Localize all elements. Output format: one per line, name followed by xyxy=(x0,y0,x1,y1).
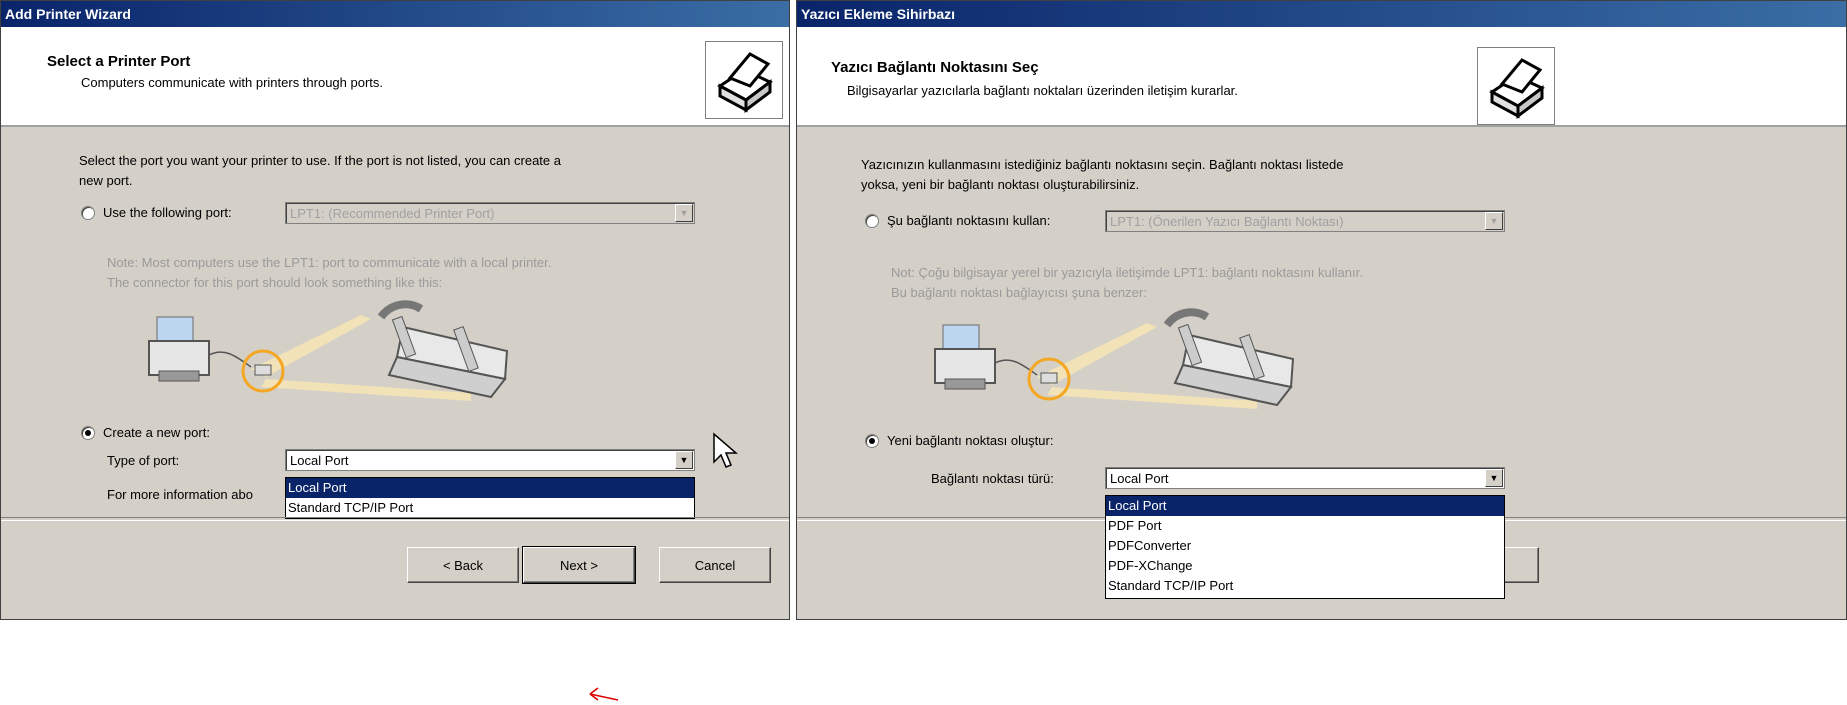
page-title: Select a Printer Port xyxy=(47,53,191,70)
chevron-down-icon[interactable]: ▼ xyxy=(675,451,693,469)
create-port-label: Create a new port: xyxy=(103,425,210,440)
option-local-port[interactable]: Local Port xyxy=(286,478,694,498)
existing-port-select[interactable]: LPT1: (Recommended Printer Port) ▼ xyxy=(285,202,695,224)
radio-unselected[interactable] xyxy=(81,205,95,220)
cancel-button[interactable]: Cancel xyxy=(659,547,771,583)
create-new-port-radio[interactable]: Create a new port: xyxy=(81,425,210,440)
use-port-label: Use the following port: xyxy=(103,205,232,220)
chevron-down-icon[interactable]: ▼ xyxy=(675,204,693,222)
footer-divider xyxy=(1,517,789,521)
lpt-note: Not: Çoğu bilgisayar yerel bir yazıcıyla… xyxy=(891,265,1363,300)
intro-text: Yazıcınızın kullanmasını istediğiniz bağ… xyxy=(861,157,1344,192)
window-title: Add Printer Wizard xyxy=(5,6,131,22)
add-printer-wizard-dialog: Add Printer Wizard Select a Printer Port… xyxy=(0,0,790,620)
option-local-port[interactable]: Local Port xyxy=(1106,496,1504,516)
type-of-port-select[interactable]: Local Port ▼ xyxy=(1105,467,1505,489)
next-button[interactable]: Next > xyxy=(522,546,636,584)
title-bar[interactable]: Yazıcı Ekleme Sihirbazı xyxy=(797,1,1846,27)
port-type-dropdown[interactable]: Local Port Standard TCP/IP Port xyxy=(285,477,695,519)
option-standard-tcpip-port[interactable]: Standard TCP/IP Port xyxy=(286,498,694,518)
page-subtitle: Computers communicate with printers thro… xyxy=(81,75,384,90)
type-of-port-value: Local Port xyxy=(290,452,349,468)
wizard-header: Select a Printer Port Computers communic… xyxy=(1,27,789,127)
annotation-arrow-icon xyxy=(589,687,619,701)
title-bar[interactable]: Add Printer Wizard xyxy=(1,1,789,27)
mouse-cursor-icon xyxy=(713,432,738,468)
use-following-port-radio[interactable]: Use the following port: xyxy=(81,205,232,220)
existing-port-select[interactable]: LPT1: (Önerilen Yazıcı Bağlantı Noktası)… xyxy=(1105,210,1505,232)
create-port-label: Yeni bağlantı noktası oluştur: xyxy=(887,433,1054,448)
use-following-port-radio[interactable]: Şu bağlantı noktasını kullan: xyxy=(865,213,1050,228)
radio-selected[interactable] xyxy=(865,433,879,448)
more-info-text: For more information abo xyxy=(107,487,253,502)
chevron-down-icon[interactable]: ▼ xyxy=(1485,212,1503,230)
printer-connector-illustration xyxy=(148,300,509,401)
chevron-down-icon[interactable]: ▼ xyxy=(1485,469,1503,487)
type-of-port-label: Type of port: xyxy=(107,453,180,468)
option-standard-tcpip-port[interactable]: Standard TCP/IP Port xyxy=(1106,576,1504,596)
port-type-dropdown[interactable]: Local Port PDF Port PDFConverter PDF-XCh… xyxy=(1105,495,1505,599)
partial-button[interactable] xyxy=(1505,547,1539,583)
printer-icon xyxy=(705,41,783,119)
existing-port-value: LPT1: (Recommended Printer Port) xyxy=(290,205,495,221)
printer-icon xyxy=(1477,47,1555,125)
back-button[interactable]: < Back xyxy=(407,547,519,583)
radio-selected[interactable] xyxy=(81,425,95,440)
type-of-port-select[interactable]: Local Port ▼ xyxy=(285,449,695,471)
existing-port-value: LPT1: (Önerilen Yazıcı Bağlantı Noktası) xyxy=(1110,213,1344,229)
intro-text: Select the port you want your printer to… xyxy=(79,153,561,188)
page-title: Yazıcı Bağlantı Noktasını Seç xyxy=(831,59,1039,76)
lpt-note: Note: Most computers use the LPT1: port … xyxy=(107,255,552,290)
wizard-header: Yazıcı Bağlantı Noktasını Seç Bilgisayar… xyxy=(797,27,1846,127)
option-pdf-port[interactable]: PDF Port xyxy=(1106,516,1504,536)
page-subtitle: Bilgisayarlar yazıcılarla bağlantı nokta… xyxy=(847,83,1238,98)
create-new-port-radio[interactable]: Yeni bağlantı noktası oluştur: xyxy=(865,433,1053,448)
radio-unselected[interactable] xyxy=(865,213,879,228)
option-pdfconverter[interactable]: PDFConverter xyxy=(1106,536,1504,556)
use-port-label: Şu bağlantı noktasını kullan: xyxy=(887,213,1051,228)
window-title: Yazıcı Ekleme Sihirbazı xyxy=(801,6,956,22)
option-pdf-xchange[interactable]: PDF-XChange xyxy=(1106,556,1504,576)
printer-connector-illustration xyxy=(934,308,1295,409)
type-of-port-label: Bağlantı noktası türü: xyxy=(931,471,1054,486)
yazici-ekleme-sihirbazi-dialog: Yazıcı Ekleme Sihirbazı Yazıcı Bağlantı … xyxy=(796,0,1847,620)
type-of-port-value: Local Port xyxy=(1110,470,1169,486)
